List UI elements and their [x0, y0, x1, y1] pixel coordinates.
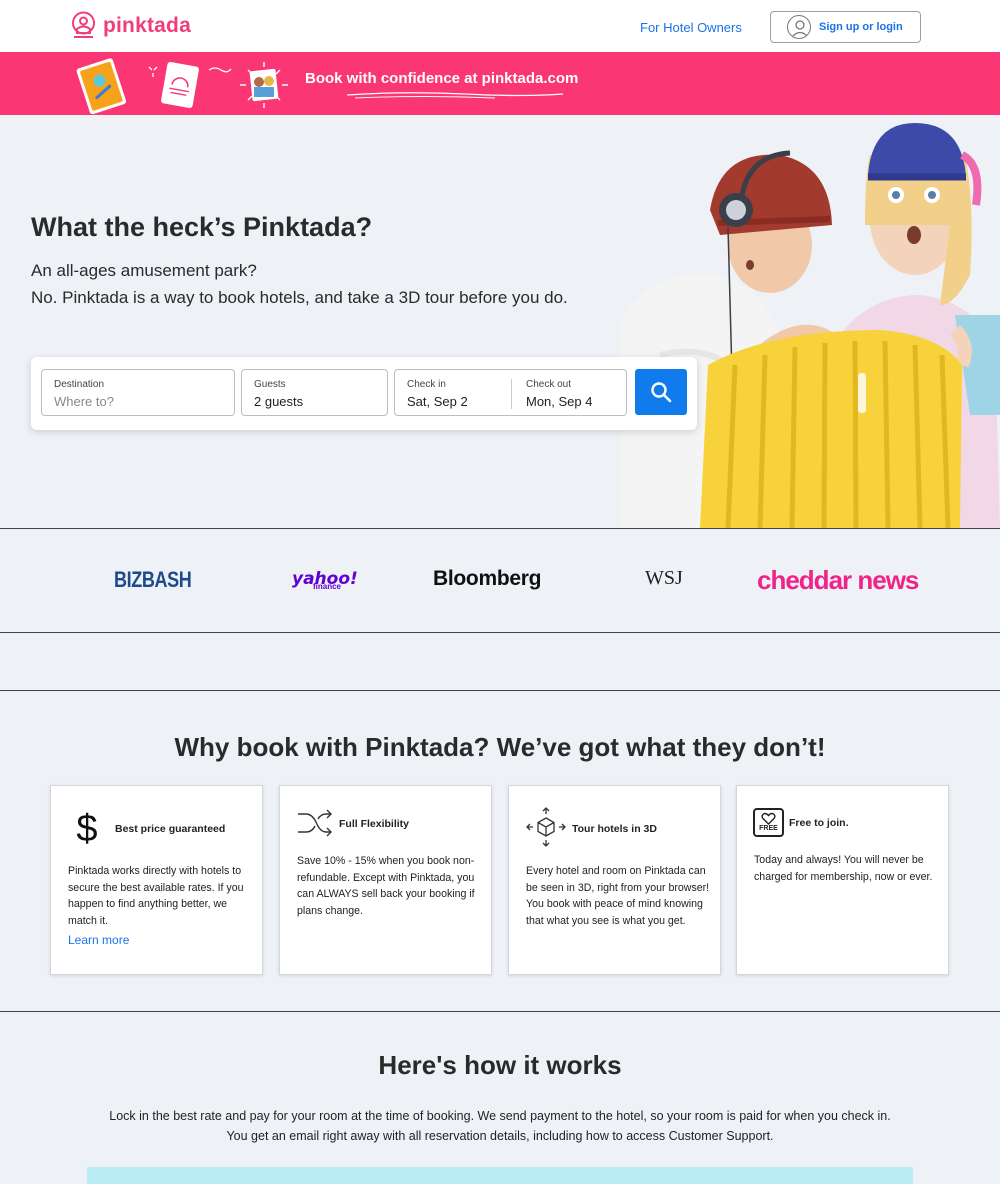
hero-subtitle-line-2: No. Pinktada is a way to book hotels, an… — [31, 288, 568, 307]
airplane-trail-icon — [208, 67, 232, 73]
destination-field[interactable]: Destination Where to? — [41, 369, 235, 416]
dates-field[interactable]: Check in Sat, Sep 2 Check out Mon, Sep 4 — [394, 369, 627, 416]
how-it-works-text-line-1: Lock in the best rate and pay for your r… — [109, 1109, 891, 1123]
guests-field[interactable]: Guests 2 guests — [241, 369, 388, 416]
feature-title: Best price guaranteed — [115, 823, 226, 835]
promo-underline-decoration — [346, 92, 564, 99]
guests-label: Guests — [254, 379, 286, 390]
spacer-band — [0, 633, 1000, 691]
passport-illustration-icon — [76, 58, 127, 114]
destination-label: Destination — [54, 379, 105, 390]
bloomberg-logo: Bloomberg — [433, 567, 542, 590]
pinktada-logo-icon — [72, 11, 95, 38]
hero-section: What the heck’s Pinktada? An all-ages am… — [0, 115, 1000, 528]
cube-3d-icon — [526, 807, 566, 847]
checkin-value[interactable]: Sat, Sep 2 — [407, 394, 468, 409]
features-title: Why book with Pinktada? We’ve got what t… — [174, 732, 826, 762]
svg-text:$: $ — [76, 808, 97, 848]
how-it-works-title: Here's how it works — [378, 1050, 622, 1080]
hero-title: What the heck’s Pinktada? — [31, 212, 373, 242]
login-label: Sign up or login — [819, 21, 903, 33]
feature-description: Today and always! You will never be char… — [754, 854, 933, 883]
sign-up-login-button[interactable]: Sign up or login — [770, 11, 921, 43]
dollar-icon: $ — [76, 808, 97, 848]
feature-description: Save 10% - 15% when you book non-refunda… — [297, 855, 475, 917]
kids-with-suitcase-image — [620, 123, 1000, 528]
user-avatar-icon — [787, 15, 811, 39]
feature-card-best-price: $ Best price guaranteed Pinktada works d… — [50, 785, 263, 975]
feature-card-free: FREE Free to join. Today and always! You… — [736, 785, 949, 975]
destination-input[interactable]: Where to? — [54, 394, 114, 409]
how-it-works-panel — [87, 1167, 913, 1184]
checkout-label: Check out — [526, 379, 572, 390]
feature-card-3d-tour: Tour hotels in 3D Every hotel and room o… — [508, 785, 721, 975]
friends-photo-icon — [240, 62, 288, 108]
for-hotel-owners-link[interactable]: For Hotel Owners — [640, 20, 742, 35]
brand-name: pinktada — [103, 14, 191, 37]
feature-description: Pinktada works directly with hotels to s… — [68, 865, 244, 927]
checkin-label: Check in — [407, 379, 446, 390]
checkout-value[interactable]: Mon, Sep 4 — [526, 394, 593, 409]
promo-text: Book with confidence at pinktada.com — [305, 70, 579, 87]
date-divider — [511, 379, 512, 409]
feature-description: Every hotel and room on Pinktada can be … — [526, 865, 710, 927]
free-heart-icon: FREE — [753, 808, 784, 837]
hotel-search-form: Destination Where to? Guests 2 guests Ch… — [31, 357, 697, 430]
cheddar-news-logo: cheddar news — [757, 565, 919, 595]
top-header: pinktada For Hotel Owners Sign up or log… — [0, 0, 1000, 52]
bizbash-logo: BIZBASH — [114, 567, 192, 592]
shuffle-icon — [298, 809, 332, 837]
feature-title: Tour hotels in 3D — [572, 823, 657, 835]
search-icon — [651, 382, 672, 403]
yahoo-finance-sublabel: finance — [313, 582, 342, 591]
pinktada-logo[interactable]: pinktada — [70, 11, 191, 41]
feature-card-flexibility: Full Flexibility Save 10% - 15% when you… — [279, 785, 492, 975]
section-divider — [0, 1011, 1000, 1012]
wsj-logo: WSJ — [645, 567, 683, 589]
free-icon-label: FREE — [759, 825, 778, 832]
guests-value[interactable]: 2 guests — [254, 394, 303, 409]
feature-title: Free to join. — [789, 817, 849, 829]
promo-banner[interactable]: Book with confidence at pinktada.com — [0, 52, 1000, 115]
feature-title: Full Flexibility — [339, 818, 410, 830]
postcard-sunset-icon — [161, 62, 199, 108]
how-it-works-text-line-2: You get an email right away with all res… — [226, 1129, 774, 1143]
search-button[interactable] — [635, 369, 687, 415]
press-logos-bar: BIZBASH yahoo! Bloomberg WSJ cheddar new… — [0, 528, 1000, 633]
hero-subtitle-line-1: An all-ages amusement park? — [31, 261, 257, 280]
learn-more-link[interactable]: Learn more — [68, 933, 129, 947]
